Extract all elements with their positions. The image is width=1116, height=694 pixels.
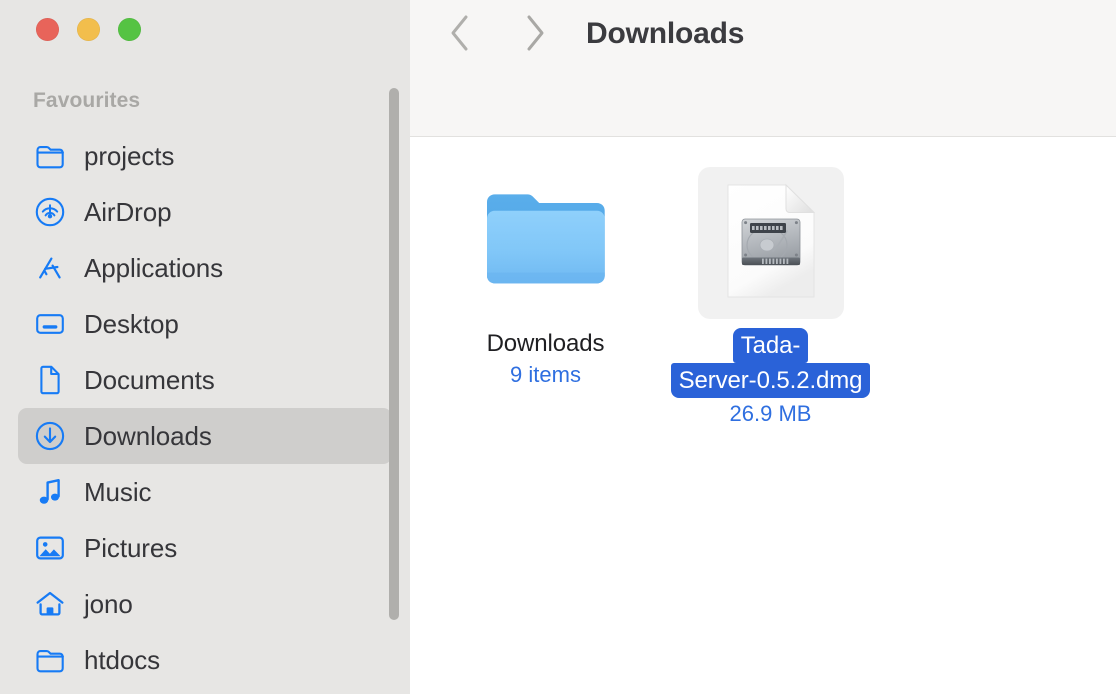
- home-icon: [33, 587, 67, 621]
- sidebar-item-downloads[interactable]: Downloads: [18, 408, 392, 464]
- folder-icon: [33, 643, 67, 677]
- file-name[interactable]: Tada- Server-0.5.2.dmg: [670, 328, 871, 398]
- sidebar-item-music[interactable]: Music: [18, 464, 392, 520]
- sidebar-item-label: Pictures: [84, 533, 178, 563]
- file-icon-grid[interactable]: Downloads 9 items Tada- Server-0.5.2.dmg…: [410, 137, 1116, 427]
- sidebar-scrollbar-track[interactable]: [387, 0, 401, 694]
- toolbar: Downloads: [410, 0, 1116, 137]
- sidebar-item-documents[interactable]: Documents: [18, 352, 392, 408]
- chevron-left-icon: [447, 13, 475, 56]
- document-icon: [33, 363, 67, 397]
- music-note-icon: [33, 475, 67, 509]
- sidebar-item-projects[interactable]: projects: [18, 128, 392, 184]
- file-name-line-1: Tada-: [732, 328, 809, 363]
- applications-icon: [33, 251, 67, 285]
- sidebar-item-label: AirDrop: [84, 197, 172, 227]
- sidebar-item-htdocs[interactable]: htdocs: [18, 632, 392, 688]
- file-icon-container[interactable]: [473, 167, 619, 319]
- pictures-icon: [33, 531, 67, 565]
- sidebar-item-label: Documents: [84, 365, 215, 395]
- sidebar-item-desktop[interactable]: Desktop: [18, 296, 392, 352]
- finder-window: Favourites projects AirDrop Applications…: [0, 0, 1116, 694]
- blue-folder-icon: [484, 188, 608, 299]
- file-icon-container[interactable]: [697, 167, 844, 319]
- folder-icon: [33, 139, 67, 173]
- file-item-downloads-folder[interactable]: Downloads 9 items: [453, 167, 638, 388]
- back-button[interactable]: [437, 10, 485, 58]
- sidebar-item-label: Music: [84, 477, 152, 507]
- main-content: Downloads Downloads 9 items Tada- Server…: [410, 0, 1116, 694]
- sidebar-scrollbar-thumb[interactable]: [389, 88, 399, 620]
- desktop-icon: [33, 307, 67, 341]
- sidebar-item-label: Desktop: [84, 309, 179, 339]
- sidebar-item-jono[interactable]: jono: [18, 576, 392, 632]
- sidebar-item-label: jono: [84, 589, 133, 619]
- sidebar-item-airdrop[interactable]: AirDrop: [18, 184, 392, 240]
- sidebar-item-label: Downloads: [84, 421, 212, 451]
- sidebar: Favourites projects AirDrop Applications…: [0, 0, 410, 694]
- sidebar-item-label: projects: [84, 141, 175, 171]
- file-meta: 9 items: [510, 362, 581, 387]
- page-title: Downloads: [586, 17, 745, 50]
- sidebar-item-label: htdocs: [84, 645, 161, 675]
- file-name-line-2: Server-0.5.2.dmg: [670, 363, 871, 398]
- file-meta: 26.9 MB: [729, 401, 812, 426]
- sidebar-scroll-area[interactable]: Favourites projects AirDrop Applications…: [0, 0, 410, 694]
- sidebar-item-pictures[interactable]: Pictures: [18, 520, 392, 576]
- downloads-icon: [33, 419, 67, 453]
- file-label-wrap: Downloads 9 items: [453, 328, 638, 388]
- file-item-tada-server-dmg[interactable]: Tada- Server-0.5.2.dmg 26.9 MB: [670, 167, 871, 427]
- file-name[interactable]: Downloads: [487, 328, 605, 359]
- disk-image-document-icon: [727, 183, 815, 304]
- sidebar-item-applications[interactable]: Applications: [18, 240, 392, 296]
- chevron-right-icon: [520, 13, 548, 56]
- airdrop-icon: [33, 195, 67, 229]
- forward-button[interactable]: [510, 10, 558, 58]
- sidebar-item-label: Applications: [84, 253, 223, 283]
- file-label-wrap: Tada- Server-0.5.2.dmg 26.9 MB: [670, 328, 871, 427]
- sidebar-section-favourites: Favourites: [33, 89, 141, 112]
